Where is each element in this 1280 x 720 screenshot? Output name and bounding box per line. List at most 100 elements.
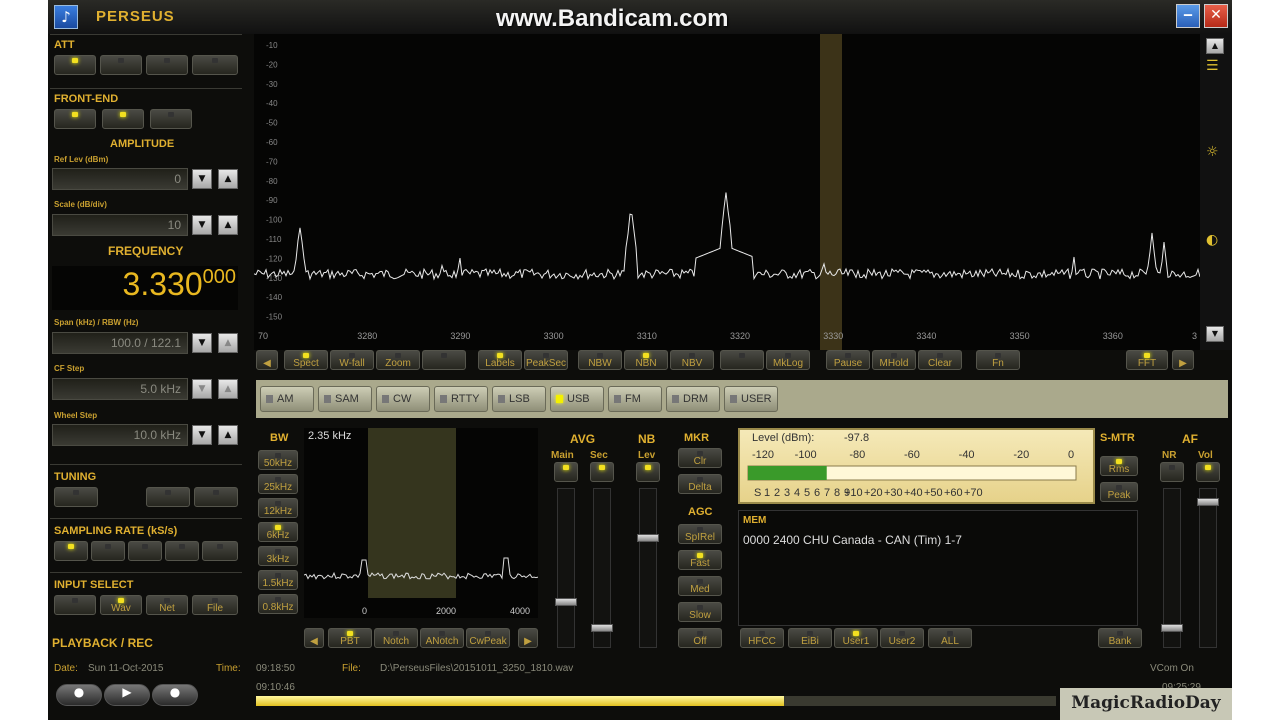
spectrum-toolbar-button[interactable]: Pause <box>826 350 870 370</box>
mode-button-drm[interactable]: DRM <box>666 386 720 412</box>
avg-main-button[interactable] <box>554 462 578 482</box>
spectrum-toolbar-button[interactable]: FFT <box>1126 350 1168 370</box>
avg-main-slider[interactable] <box>557 488 575 648</box>
sampling-button-1[interactable] <box>54 541 88 561</box>
af-nr-knob[interactable] <box>1161 624 1183 632</box>
mkr-button[interactable]: Delta <box>678 474 722 494</box>
ref-lev-down-icon[interactable]: ▼ <box>192 169 212 189</box>
spectrum-toolbar-button[interactable]: PeakSec <box>524 350 568 370</box>
spectrum-toolbar-button[interactable]: Clear <box>918 350 962 370</box>
audio-right-icon[interactable]: ▶ <box>518 628 538 648</box>
agc-button[interactable]: Med <box>678 576 722 596</box>
agc-button[interactable]: Slow <box>678 602 722 622</box>
spectrum-toolbar-button[interactable]: Labels <box>478 350 522 370</box>
spectrum-toolbar-button[interactable]: Fn <box>976 350 1020 370</box>
scale-down-icon[interactable]: ▼ <box>192 215 212 235</box>
avg-sec-button[interactable] <box>590 462 614 482</box>
spectrum-toolbar-button[interactable]: W-fall <box>330 350 374 370</box>
af-vol-knob[interactable] <box>1197 498 1219 506</box>
tuning-button-3[interactable] <box>194 487 238 507</box>
wheel-step-down-icon[interactable]: ▼ <box>192 425 212 445</box>
input-button-1[interactable] <box>54 595 96 615</box>
audio-left-icon[interactable]: ◀ <box>304 628 324 648</box>
record-icon[interactable]: ● <box>152 684 198 706</box>
mode-button-cw[interactable]: CW <box>376 386 430 412</box>
close-icon[interactable]: ✕ <box>1204 4 1228 28</box>
bw-button[interactable]: 12kHz <box>258 498 298 518</box>
span-down-icon[interactable]: ▼ <box>192 333 212 353</box>
spectrum-right-icon[interactable]: ▶ <box>1172 350 1194 370</box>
bw-button[interactable]: 50kHz <box>258 450 298 470</box>
mem-button[interactable]: EiBi <box>788 628 832 648</box>
scale-field[interactable]: 10 <box>52 214 188 236</box>
agc-button[interactable]: SpIRel <box>678 524 722 544</box>
wheel-step-up-icon[interactable]: ▲ <box>218 425 238 445</box>
span-field[interactable]: 100.0 / 122.1 <box>52 332 188 354</box>
sampling-button-2[interactable] <box>91 541 125 561</box>
s-mtr-rms-button[interactable]: Rms <box>1100 456 1138 476</box>
af-nr-button[interactable] <box>1160 462 1184 482</box>
af-vol-slider[interactable] <box>1199 488 1217 648</box>
s-mtr-peak-button[interactable]: Peak <box>1100 482 1138 502</box>
audio-button[interactable]: CwPeak <box>466 628 510 648</box>
mem-button[interactable]: HFCC <box>740 628 784 648</box>
scroll-down-icon[interactable]: ▼ <box>1206 326 1224 342</box>
bw-button[interactable]: 1.5kHz <box>258 570 298 590</box>
mode-button-sam[interactable]: SAM <box>318 386 372 412</box>
af-vol-button[interactable] <box>1196 462 1220 482</box>
spectrum-left-icon[interactable]: ◀ <box>256 350 278 370</box>
att-button-1[interactable] <box>54 55 96 75</box>
front-end-button-3[interactable] <box>150 109 192 129</box>
minimize-icon[interactable]: ‒ <box>1176 4 1200 28</box>
audio-button[interactable]: Notch <box>374 628 418 648</box>
tuning-button-1[interactable] <box>54 487 98 507</box>
rewind-icon[interactable]: ● <box>56 684 102 706</box>
playback-progress[interactable] <box>256 696 1056 706</box>
cf-step-field[interactable]: 5.0 kHz <box>52 378 188 400</box>
mode-button-lsb[interactable]: LSB <box>492 386 546 412</box>
spectrum-toolbar-button[interactable]: NBW <box>578 350 622 370</box>
mode-button-user[interactable]: USER <box>724 386 778 412</box>
wheel-step-field[interactable]: 10.0 kHz <box>52 424 188 446</box>
att-button-3[interactable] <box>146 55 188 75</box>
ref-lev-up-icon[interactable]: ▲ <box>218 169 238 189</box>
mem-entry[interactable]: 0000 2400 CHU Canada - CAN (Tim) 1-7 <box>743 533 962 547</box>
input-button-wav[interactable]: Wav <box>100 595 142 615</box>
mem-button[interactable]: Bank <box>1098 628 1142 648</box>
bw-button[interactable]: 3kHz <box>258 546 298 566</box>
nb-lev-button[interactable] <box>636 462 660 482</box>
spectrum-toolbar-button[interactable]: Spect <box>284 350 328 370</box>
spectrum-toolbar-button[interactable]: Zoom <box>376 350 420 370</box>
sampling-button-4[interactable] <box>165 541 199 561</box>
scale-up-icon[interactable]: ▲ <box>218 215 238 235</box>
scroll-up-icon[interactable]: ▲ <box>1206 38 1224 54</box>
mode-button-am[interactable]: AM <box>260 386 314 412</box>
agc-button[interactable]: Off <box>678 628 722 648</box>
cf-step-up-icon[interactable]: ▲ <box>218 379 238 399</box>
spectrum-toolbar-button[interactable]: MkLog <box>766 350 810 370</box>
spectrum-toolbar-button[interactable]: MHold <box>872 350 916 370</box>
agc-button[interactable]: Fast <box>678 550 722 570</box>
bw-button[interactable]: 6kHz <box>258 522 298 542</box>
spectrum-toolbar-button[interactable]: NBV <box>670 350 714 370</box>
bw-button[interactable]: 0.8kHz <box>258 594 298 614</box>
input-button-net[interactable]: Net <box>146 595 188 615</box>
input-button-file[interactable]: File <box>192 595 238 615</box>
ref-lev-field[interactable]: 0 <box>52 168 188 190</box>
nb-lev-knob[interactable] <box>637 534 659 542</box>
app-icon[interactable]: ♪ <box>54 5 78 29</box>
spectrum-toolbar-button[interactable]: NBN <box>624 350 668 370</box>
frequency-display[interactable]: 3.330000 <box>52 266 238 310</box>
tuning-button-2[interactable] <box>146 487 190 507</box>
mode-button-rtty[interactable]: RTTY <box>434 386 488 412</box>
mkr-button[interactable]: Clr <box>678 448 722 468</box>
att-button-2[interactable] <box>100 55 142 75</box>
spectrum-toolbar-button[interactable] <box>422 350 466 370</box>
audio-button[interactable]: PBT <box>328 628 372 648</box>
brightness-icon[interactable]: ☼ <box>1206 144 1224 162</box>
bw-button[interactable]: 25kHz <box>258 474 298 494</box>
spectrum-toolbar-button[interactable] <box>720 350 764 370</box>
nb-lev-slider[interactable] <box>639 488 657 648</box>
avg-main-knob[interactable] <box>555 598 577 606</box>
span-up-icon[interactable]: ▲ <box>218 333 238 353</box>
